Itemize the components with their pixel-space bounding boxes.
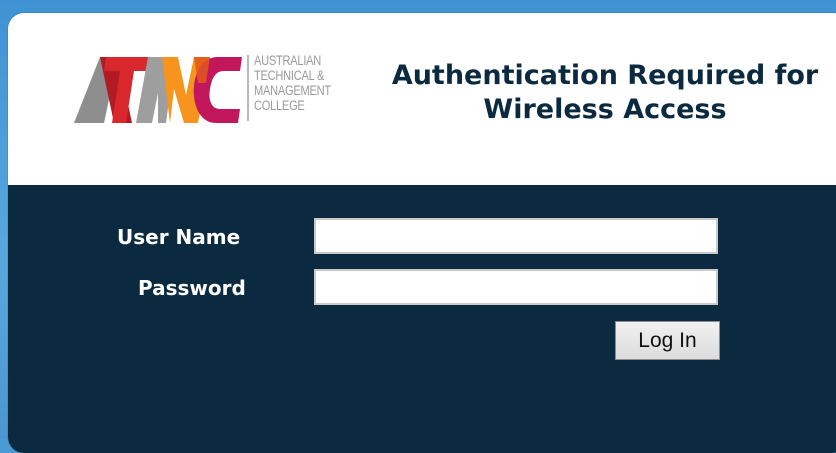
logo-divider [247, 55, 249, 121]
page-title-line-1: Authentication Required for [391, 60, 819, 91]
atmc-logo: AUSTRALIAN TECHNICAL & MANAGEMENT COLLEG… [74, 53, 354, 125]
username-label: User Name [117, 225, 241, 249]
logo-line-3: MANAGEMENT [254, 83, 331, 98]
page-title-line-2: Wireless Access [483, 94, 727, 125]
atmc-logo-mark [74, 57, 242, 123]
logo-line-2: TECHNICAL & [254, 68, 325, 83]
password-label: Password [138, 276, 246, 300]
logo-line-4: COLLEGE [254, 98, 305, 113]
page-title: Authentication Required for Wireless Acc… [370, 59, 836, 127]
username-input[interactable] [314, 218, 718, 254]
card-header: AUSTRALIAN TECHNICAL & MANAGEMENT COLLEG… [8, 13, 836, 185]
logo-line-1: AUSTRALIAN [254, 53, 322, 68]
password-input[interactable] [314, 269, 718, 305]
login-button[interactable]: Log In [615, 321, 720, 360]
logo-wordmark: AUSTRALIAN TECHNICAL & MANAGEMENT COLLEG… [254, 53, 344, 113]
